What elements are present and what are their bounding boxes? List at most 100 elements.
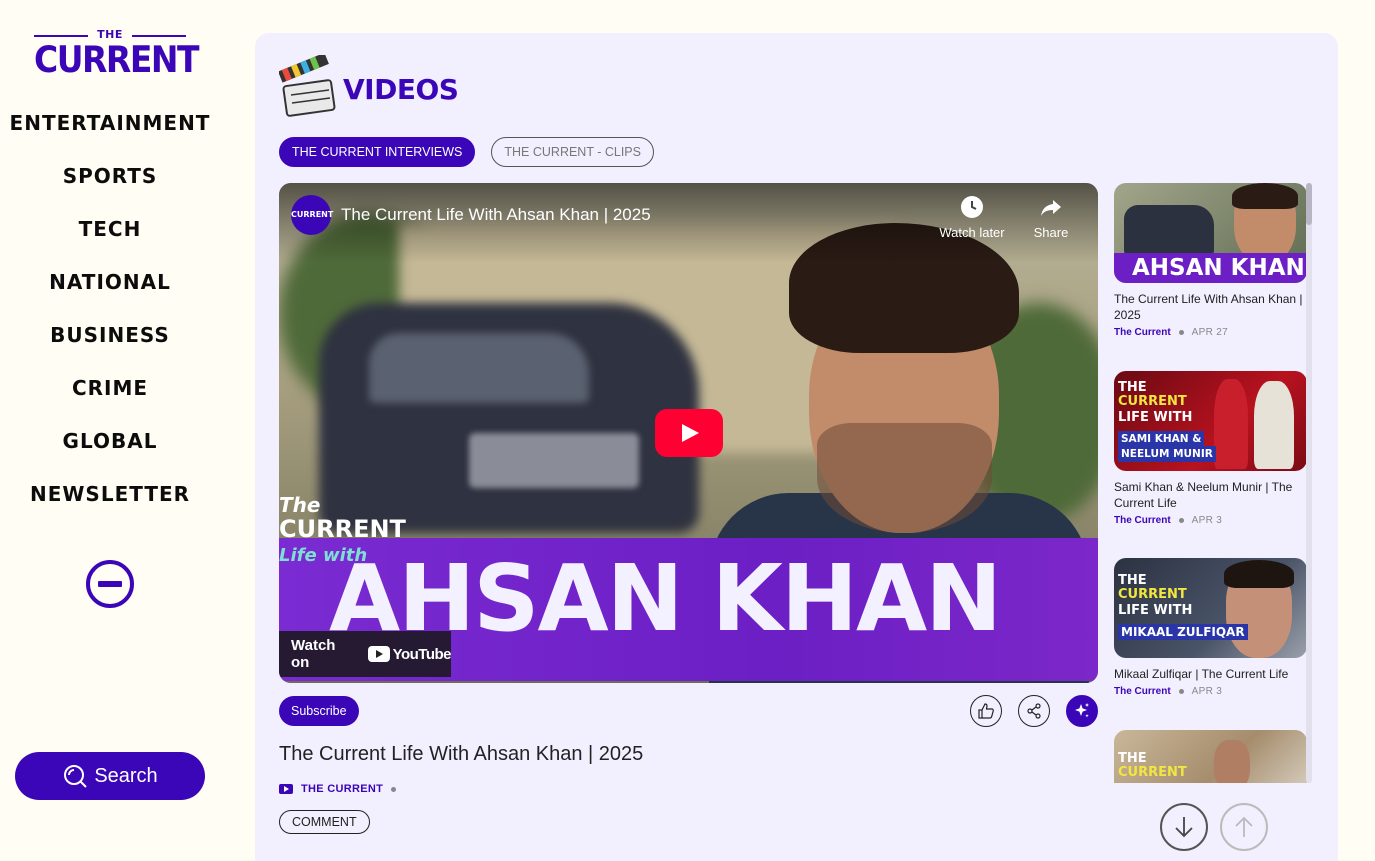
playlist-item[interactable]: THE CURRENT LIFE WITH SAMI KHAN & NEELUM… <box>1114 371 1307 526</box>
youtube-logo: YouTube <box>367 646 452 663</box>
youtube-video-player[interactable]: The CURRENT Life with AHSAN KHAN CURRENT… <box>279 183 1098 683</box>
thumbnail-beard <box>817 423 992 533</box>
video-tabs: THE CURRENT INTERVIEWS THE CURRENT - CLI… <box>279 137 654 167</box>
nav-item-tech[interactable]: TECH <box>0 214 220 267</box>
playlist-item[interactable]: AHSAN KHAN The Current Life With Ahsan K… <box>1114 183 1307 338</box>
minus-circle-icon[interactable] <box>86 560 134 608</box>
watch-later-button[interactable]: Watch later <box>932 195 1012 240</box>
video-meta: THE CURRENT <box>279 783 397 795</box>
thumb-line-the: THE <box>1118 380 1147 395</box>
thumb-car <box>1124 205 1214 255</box>
videos-panel: VIDEOS THE CURRENT INTERVIEWS THE CURREN… <box>255 33 1338 861</box>
thumb-hair <box>1232 183 1298 209</box>
section-title: VIDEOS <box>343 72 459 106</box>
like-button[interactable] <box>970 695 1002 727</box>
tab-the-current-clips[interactable]: THE CURRENT - CLIPS <box>491 137 654 167</box>
search-button[interactable]: Search <box>15 752 205 800</box>
section-header: VIDEOS <box>278 52 459 119</box>
playlist-thumbnail: THE CURRENT LIFE WITH SAMI KHAN & NEELUM… <box>1114 371 1307 471</box>
thumbnail-the-text: The <box>279 493 321 517</box>
share-nodes-icon <box>1027 703 1041 719</box>
playlist-item-title: Sami Khan & Neelum Munir | The Current L… <box>1114 480 1293 510</box>
video-channel-name[interactable]: THE CURRENT <box>301 783 383 795</box>
playlist-item[interactable]: THE CURRENT LIFE WITH MIKAAL ZULFIQAR Mi… <box>1114 558 1307 697</box>
thumb-line-current: CURRENT <box>1118 394 1187 409</box>
comment-button[interactable]: COMMENT <box>279 810 370 834</box>
tab-the-current-interviews[interactable]: THE CURRENT INTERVIEWS <box>279 137 476 167</box>
playlist-item-date: APR 3 <box>1191 515 1223 526</box>
nav-item-sports[interactable]: SPORTS <box>0 161 220 214</box>
the-current-logo[interactable]: THE CURRENT <box>34 28 200 81</box>
playlist-item-title: Mikaal Zulfiqar | The Current Life <box>1114 667 1289 681</box>
playlist-item-channel: The Current <box>1114 686 1171 697</box>
playlist-item[interactable]: THE CURRENT <box>1114 730 1307 783</box>
playlist-item-meta: The Current APR 3 <box>1114 515 1307 526</box>
nav-item-crime[interactable]: CRIME <box>0 373 220 426</box>
video-title: The Current Life With Ahsan Khan | 2025 <box>279 743 644 765</box>
arrow-up-icon <box>1235 816 1253 837</box>
youtube-logo-icon <box>367 646 390 662</box>
playlist-item-channel: The Current <box>1114 327 1171 338</box>
watch-later-label: Watch later <box>939 225 1005 240</box>
thumbs-up-icon <box>978 703 994 719</box>
scroll-up-button[interactable] <box>1220 803 1268 851</box>
share-arrow-icon <box>1041 200 1061 216</box>
youtube-play-icon[interactable] <box>655 409 723 457</box>
thumb-line-guest-1: SAMI KHAN & <box>1118 431 1205 447</box>
ai-assistant-button[interactable] <box>1066 695 1098 727</box>
nav-item-newsletter[interactable]: NEWSLETTER <box>0 479 220 532</box>
sidebar: THE CURRENT ENTERTAINMENT SPORTS TECH NA… <box>0 0 220 861</box>
playlist-item-meta: The Current APR 27 <box>1114 327 1307 338</box>
playlist-item-meta: The Current APR 3 <box>1114 686 1307 697</box>
search-button-label: Search <box>94 764 158 787</box>
video-playlist: AHSAN KHAN The Current Life With Ahsan K… <box>1114 183 1314 783</box>
nav-item-national[interactable]: NATIONAL <box>0 267 220 320</box>
scroll-down-button[interactable] <box>1160 803 1208 851</box>
thumb-guest-name: AHSAN KHAN <box>1132 255 1305 281</box>
clock-icon <box>961 196 983 218</box>
nav-item-business[interactable]: BUSINESS <box>0 320 220 373</box>
meta-separator <box>1178 689 1184 694</box>
thumb-face <box>1214 740 1250 783</box>
thumbnail-current-text: CURRENT <box>279 515 406 543</box>
playlist-scrollbar[interactable] <box>1306 183 1312 783</box>
subscribe-button[interactable]: Subscribe <box>279 696 359 726</box>
meta-separator <box>391 786 397 792</box>
thumb-person-left <box>1214 379 1248 469</box>
playlist-item-date: APR 27 <box>1191 327 1228 338</box>
playlist-item-date: APR 3 <box>1191 686 1223 697</box>
thumb-person-right <box>1254 381 1294 469</box>
playlist-thumbnail: AHSAN KHAN <box>1114 183 1307 283</box>
thumb-line-life-with: LIFE WITH <box>1118 410 1193 425</box>
nav-item-entertainment[interactable]: ENTERTAINMENT <box>0 108 220 161</box>
watch-on-youtube-button[interactable]: Watch on YouTube <box>279 631 452 677</box>
arrow-down-icon <box>1175 817 1193 838</box>
channel-avatar[interactable]: CURRENT <box>291 195 333 235</box>
share-button[interactable]: Share <box>1011 195 1091 240</box>
thumbnail-car-grille <box>469 433 639 488</box>
thumb-line-the: THE <box>1118 573 1147 588</box>
playlist-scrollbar-thumb[interactable] <box>1306 183 1312 225</box>
main-nav: ENTERTAINMENT SPORTS TECH NATIONAL BUSIN… <box>0 108 220 532</box>
search-icon <box>64 765 88 788</box>
watch-on-label: Watch on <box>291 637 336 671</box>
playlist-thumbnail: THE CURRENT <box>1114 730 1307 783</box>
meta-separator <box>1178 330 1184 335</box>
player-video-title[interactable]: The Current Life With Ahsan Khan | 2025 <box>341 205 651 225</box>
sparkles-icon <box>1075 703 1089 718</box>
nav-item-global[interactable]: GLOBAL <box>0 426 220 479</box>
share-video-button[interactable] <box>1018 695 1050 727</box>
playlist-thumbnail: THE CURRENT LIFE WITH MIKAAL ZULFIQAR <box>1114 558 1307 658</box>
thumb-line-current: CURRENT <box>1118 587 1187 602</box>
thumb-line-life-with: LIFE WITH <box>1118 603 1193 618</box>
clapperboard-icon <box>278 52 337 119</box>
thumb-hair <box>1224 560 1294 588</box>
meta-separator <box>1178 518 1184 523</box>
thumbnail-car-window <box>369 333 589 403</box>
share-label: Share <box>1033 225 1069 240</box>
thumb-line-the: THE <box>1118 751 1147 766</box>
thumb-line-current: CURRENT <box>1118 765 1187 780</box>
logo-main-text: CURRENT <box>34 37 200 81</box>
playlist-item-channel: The Current <box>1114 515 1171 526</box>
thumb-line-guest: MIKAAL ZULFIQAR <box>1118 624 1248 640</box>
